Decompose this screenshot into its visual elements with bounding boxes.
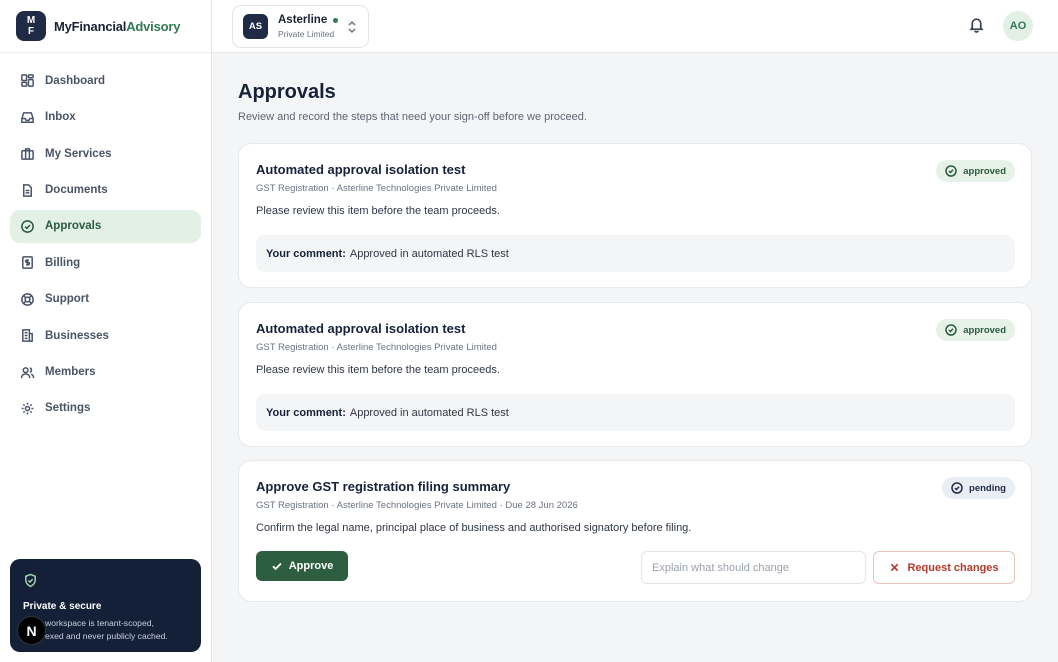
lifebuoy-icon [20,292,35,307]
status-badge-label: approved [963,324,1006,336]
sidebar-item-support[interactable]: Support [10,283,201,316]
check-circle-icon [20,219,35,234]
status-badge: pending [942,477,1015,499]
brand-name-main: MyFinancial [54,18,127,34]
dev-tools-badge[interactable]: N [17,616,46,645]
shield-check-icon [23,573,188,593]
approve-button[interactable]: Approve [256,551,348,581]
close-icon [891,563,899,572]
main-content: Approvals Review and record the steps th… [238,53,1032,602]
sidebar: M F MyFinancialAdvisory Dashboard Inbox … [0,0,212,662]
brand[interactable]: M F MyFinancialAdvisory [0,0,211,53]
comment-text: Approved in automated RLS test [349,247,509,260]
brand-logo-top: M [26,15,36,26]
clock-check-icon [951,482,963,494]
sidebar-item-label: Members [45,366,96,379]
approval-title: Approve GST registration filing summary [256,479,511,494]
brand-name-accent: Advisory [126,18,181,34]
check-icon [272,562,282,571]
sidebar-item-my-services[interactable]: My Services [10,137,201,170]
approval-description: Please review this item before the team … [256,205,500,217]
status-badge-label: approved [963,165,1006,177]
comment-box: Your comment: Approved in automated RLS … [256,235,1015,272]
security-notice-line1: workspace is tenant-scoped, [45,618,154,628]
inbox-icon [20,110,35,125]
topbar: AS Asterline Private Limited AO [212,0,1058,53]
org-name: Asterline [278,14,328,26]
check-circle-icon [945,324,957,336]
status-badge-label: pending [969,482,1006,494]
status-badge: approved [936,319,1015,341]
page-subtitle: Review and record the steps that need yo… [238,111,587,123]
sidebar-item-dashboard[interactable]: Dashboard [10,64,201,97]
approval-meta: GST Registration · Asterline Technologie… [256,500,578,511]
security-notice-text: workspace is tenant-scoped, exed and nev… [23,617,188,643]
brand-logo-bottom: F [27,26,35,37]
security-notice: Private & secure workspace is tenant-sco… [10,559,201,652]
sidebar-item-members[interactable]: Members [10,356,201,389]
brand-logo: M F [16,11,46,41]
org-avatar: AS [243,14,268,39]
approval-meta: GST Registration · Asterline Technologie… [256,342,497,353]
building-icon [20,328,35,343]
status-badge: approved [936,160,1015,182]
org-status-dot [333,17,339,23]
approval-description: Confirm the legal name, principal place … [256,522,692,534]
check-circle-icon [945,165,957,177]
approval-meta: GST Registration · Asterline Technologie… [256,183,497,194]
sidebar-item-settings[interactable]: Settings [10,392,201,425]
sidebar-item-businesses[interactable]: Businesses [10,319,201,352]
security-notice-line2: exed and never publicly cached. [45,631,168,641]
sidebar-item-label: Approvals [45,220,102,233]
sidebar-item-label: Dashboard [45,74,106,87]
sidebar-item-label: Support [45,293,90,306]
comment-text: Approved in automated RLS test [349,406,509,419]
dashboard-icon [20,73,35,88]
briefcase-icon [20,146,35,161]
sidebar-item-billing[interactable]: Billing [10,246,201,279]
comment-label: Your comment: [266,247,346,260]
org-type: Private Limited [278,29,335,39]
document-icon [20,183,35,198]
org-info: Asterline Private Limited [278,14,339,39]
approval-card: Automated approval isolation test GST Re… [238,302,1032,447]
approval-title: Automated approval isolation test [256,321,466,336]
sidebar-item-label: Billing [45,256,81,269]
sidebar-item-label: Businesses [45,329,109,342]
sidebar-item-label: Documents [45,184,108,197]
sidebar-item-label: My Services [45,147,112,160]
sidebar-item-approvals[interactable]: Approvals [10,209,201,243]
approval-card: Approve GST registration filing summary … [238,460,1032,602]
approval-description: Please review this item before the team … [256,364,500,376]
request-changes-button[interactable]: Request changes [873,551,1015,584]
approve-button-label: Approve [288,560,334,572]
approval-title: Automated approval isolation test [256,162,466,177]
sidebar-nav: Dashboard Inbox My Services Documents Ap… [0,53,211,425]
chevron-up-down-icon [346,20,358,39]
comment-label: Your comment: [266,406,346,419]
gear-icon [20,401,35,416]
brand-name: MyFinancialAdvisory [54,19,180,34]
users-icon [20,365,35,380]
sidebar-item-documents[interactable]: Documents [10,174,201,207]
org-name-row: Asterline [278,14,339,26]
sidebar-item-label: Inbox [45,111,76,124]
page-title: Approvals [238,81,336,103]
sidebar-item-label: Settings [45,402,91,415]
organization-switcher[interactable]: AS Asterline Private Limited [232,5,369,48]
bell-icon[interactable] [968,16,985,38]
security-notice-title: Private & secure [23,601,102,612]
comment-box: Your comment: Approved in automated RLS … [256,394,1015,431]
user-avatar[interactable]: AO [1003,11,1033,41]
request-changes-label: Request changes [907,561,999,574]
approval-card: Automated approval isolation test GST Re… [238,143,1032,288]
change-request-input[interactable] [641,551,866,584]
dollar-icon [20,255,35,270]
sidebar-item-inbox[interactable]: Inbox [10,101,201,134]
